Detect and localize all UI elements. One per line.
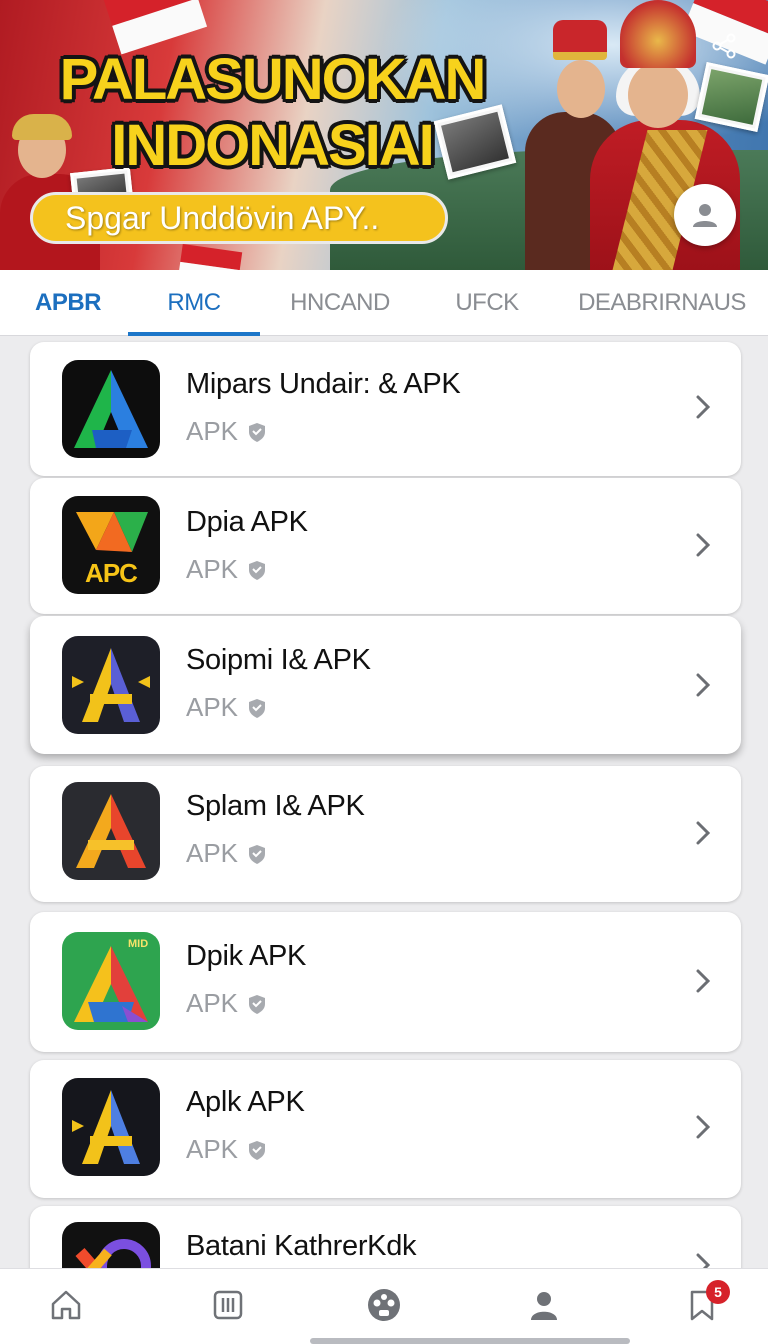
list-item[interactable]: MID Dpik APK APK — [30, 912, 741, 1052]
app-type: APK — [186, 988, 268, 1019]
app-type-label: APK — [186, 692, 239, 722]
app-type: APK — [186, 416, 268, 447]
banner-title-line2: INDONASIAI — [111, 113, 435, 178]
games-icon[interactable] — [364, 1285, 404, 1325]
chevron-right-icon[interactable] — [691, 966, 715, 996]
shield-icon — [249, 844, 266, 864]
a-logo-orange-red-icon — [62, 782, 160, 880]
app-name: Soipmi I& APK — [186, 644, 371, 676]
bottom-navigation — [0, 1268, 768, 1344]
list-item[interactable]: Aplk APK APK — [30, 1060, 741, 1198]
shield-icon — [249, 698, 266, 718]
apc-logo-text: APC — [85, 558, 138, 588]
list-item[interactable]: Mipars Undair: & APK APK — [30, 342, 741, 476]
category-tabs: APBR RMC HNCAND UFCK DEABRIRNAUS — [0, 270, 768, 336]
a-logo-green-blue-icon — [62, 360, 160, 458]
app-name: Aplk APK — [186, 1086, 305, 1118]
person-icon — [693, 204, 717, 227]
tab-deabrirnaus[interactable]: DEABRIRNAUS — [556, 270, 768, 336]
library-icon[interactable] — [208, 1285, 248, 1325]
chevron-right-icon[interactable] — [691, 392, 715, 422]
a-logo-multicolor-icon: MID — [62, 932, 160, 1030]
list-item[interactable]: APC Dpia APK APK — [30, 478, 741, 614]
notification-badge: 5 — [706, 1280, 730, 1304]
app-name: Batani KathrerKdk — [186, 1230, 417, 1262]
chevron-right-icon[interactable] — [691, 1112, 715, 1142]
colorful-logo-icon — [62, 1222, 160, 1268]
profile-icon[interactable] — [524, 1285, 564, 1325]
app-name: Mipars Undair: & APK — [186, 368, 461, 400]
app-type: APK — [186, 554, 268, 585]
shield-icon — [249, 560, 266, 580]
app-type: APK — [186, 838, 268, 869]
app-type-label: APK — [186, 416, 239, 446]
banner-title-line1: PALASUNOKAN — [59, 47, 487, 112]
chevron-right-icon[interactable] — [691, 670, 715, 700]
tab-ufck[interactable]: UFCK — [420, 270, 554, 336]
profile-avatar-button[interactable] — [674, 184, 736, 246]
shield-icon — [249, 994, 266, 1014]
list-item[interactable]: Batani KathrerKdk — [30, 1206, 741, 1268]
apc-logo-icon: APC — [62, 496, 160, 594]
shield-icon — [249, 422, 266, 442]
chevron-right-icon[interactable] — [691, 818, 715, 848]
app-type: APK — [186, 1134, 268, 1165]
chevron-right-icon[interactable] — [691, 1250, 715, 1268]
a-logo-yellow-blue-icon — [62, 1078, 160, 1176]
app-type-label: APK — [186, 554, 239, 584]
app-name: Dpia APK — [186, 506, 308, 538]
promo-banner[interactable]: PALASUNOKAN INDONASIAI Spgar Unddövin AP… — [0, 0, 768, 270]
app-type: APK — [186, 692, 268, 723]
list-item[interactable]: Soipmi I& APK APK — [30, 616, 741, 754]
share-icon[interactable] — [704, 26, 744, 66]
app-type-label: APK — [186, 838, 239, 868]
app-type-label: APK — [186, 1134, 239, 1164]
icon-badge-text: MID — [128, 938, 149, 950]
tab-hncand[interactable]: HNCAND — [262, 270, 418, 336]
app-name: Splam I& APK — [186, 790, 365, 822]
shield-icon — [249, 1140, 266, 1160]
home-icon[interactable] — [46, 1285, 86, 1325]
app-list[interactable]: Mipars Undair: & APK APK APC Dpia APK AP… — [0, 336, 768, 1268]
tab-apbr[interactable]: APBR — [0, 270, 136, 336]
chevron-right-icon[interactable] — [691, 530, 715, 560]
app-name: Dpik APK — [186, 940, 307, 972]
flag-decoration — [177, 243, 243, 270]
home-indicator[interactable] — [310, 1338, 630, 1344]
list-item[interactable]: Splam I& APK APK — [30, 766, 741, 902]
app-type-label: APK — [186, 988, 239, 1018]
banner-cta-pill[interactable]: Spgar Unddövin APY.. — [30, 192, 448, 244]
a-logo-yellow-purple-icon — [62, 636, 160, 734]
tab-rmc[interactable]: RMC — [128, 270, 260, 336]
